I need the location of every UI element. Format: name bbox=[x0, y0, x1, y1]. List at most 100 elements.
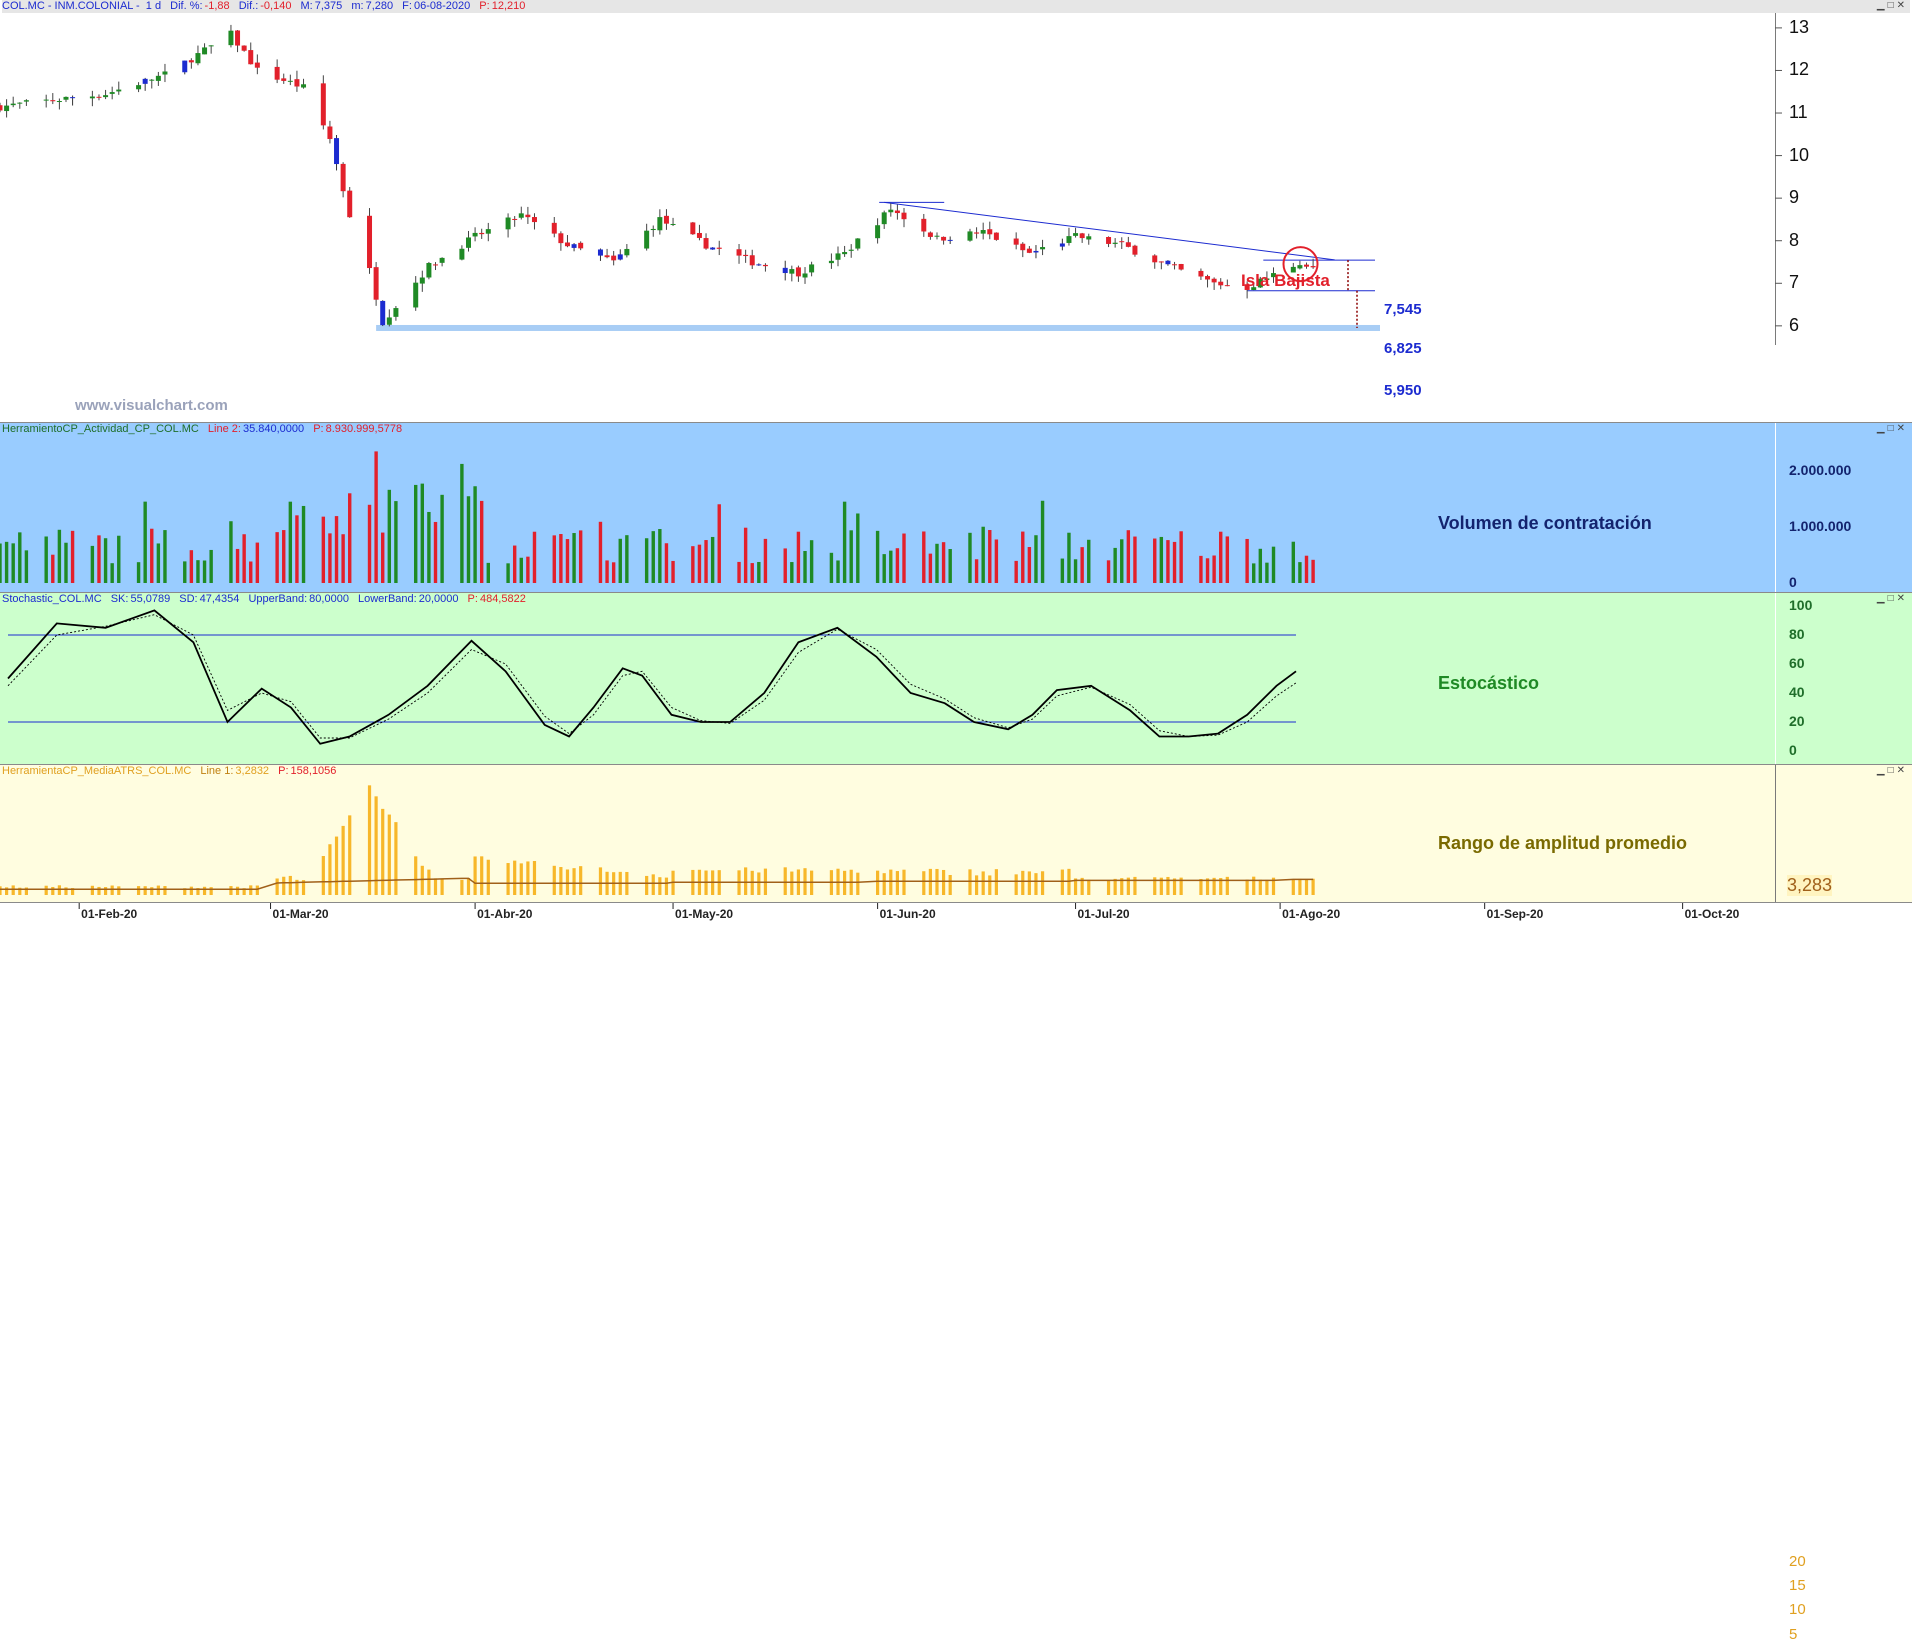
volume-bar bbox=[1040, 500, 1045, 583]
candle-body bbox=[334, 138, 340, 165]
atr-bar bbox=[202, 886, 207, 895]
candle-body bbox=[624, 248, 630, 256]
candle-body bbox=[254, 62, 260, 68]
candle-body bbox=[327, 126, 333, 139]
stochastic-window-buttons[interactable]: ▁□✕ bbox=[1877, 594, 1908, 604]
volume-bar bbox=[427, 511, 431, 583]
x-tick-label: 01-Abr-20 bbox=[477, 907, 533, 921]
atr-bar bbox=[460, 879, 464, 895]
volume-bar bbox=[1298, 562, 1302, 583]
price-window-buttons[interactable]: ▁□✕ bbox=[1877, 1, 1908, 11]
volume-bar bbox=[902, 533, 906, 583]
price-axis-line bbox=[1775, 13, 1776, 345]
volume-bar bbox=[420, 483, 425, 583]
atr-bar bbox=[757, 872, 761, 895]
atr-bar bbox=[1133, 876, 1137, 895]
atr-bar bbox=[136, 886, 141, 895]
atr-bar bbox=[565, 869, 570, 895]
atr-bar bbox=[321, 856, 325, 895]
atr-bar bbox=[1113, 878, 1117, 895]
atr-bar bbox=[0, 886, 2, 895]
volume-bar bbox=[704, 540, 708, 583]
volume-bar bbox=[196, 560, 200, 583]
volume-bar bbox=[64, 542, 68, 583]
trendline bbox=[884, 201, 1335, 261]
volume-bar bbox=[1034, 535, 1038, 583]
candle-body bbox=[1152, 255, 1158, 263]
candle-body bbox=[789, 269, 795, 274]
volume-bar bbox=[611, 562, 616, 583]
volume-bar bbox=[334, 516, 339, 583]
atr-bar bbox=[895, 871, 899, 895]
atr-bar bbox=[427, 869, 431, 895]
candle-body bbox=[1112, 242, 1118, 244]
candle-body bbox=[1040, 247, 1046, 250]
atr-bar bbox=[856, 872, 860, 895]
volume-bar bbox=[1212, 555, 1216, 583]
candle-body bbox=[531, 217, 537, 223]
atr-bar bbox=[486, 859, 490, 895]
candle-body bbox=[611, 255, 617, 261]
x-tick-label: 01-Jun-20 bbox=[879, 907, 936, 921]
atr-bar bbox=[882, 873, 886, 895]
candle-body bbox=[894, 210, 900, 214]
volume-bar bbox=[51, 554, 55, 583]
atr-bar bbox=[44, 885, 48, 895]
candle-body bbox=[413, 282, 419, 308]
atr-bar bbox=[117, 886, 121, 895]
atr-bar bbox=[1034, 873, 1038, 895]
atr-bar bbox=[1040, 871, 1045, 895]
price-panel: COL.MC - INM.COLONIAL - 1 d Dif. %: -1,88… bbox=[0, 0, 1912, 414]
volume-bar bbox=[202, 560, 207, 583]
candle-body bbox=[1310, 266, 1316, 268]
candle-body bbox=[109, 92, 115, 94]
atr-bar bbox=[288, 875, 292, 895]
candle-body bbox=[188, 60, 194, 63]
volume-bar bbox=[783, 548, 787, 583]
volume-bar bbox=[875, 530, 880, 583]
volume-bar bbox=[1159, 536, 1164, 583]
atr-window-buttons[interactable]: ▁□✕ bbox=[1877, 766, 1908, 776]
volume-ytick: 1.000.000 bbox=[1789, 518, 1852, 534]
volume-window-buttons[interactable]: ▁□✕ bbox=[1877, 424, 1908, 434]
candle-body bbox=[1026, 248, 1032, 253]
candle-body bbox=[1059, 243, 1065, 247]
volume-bar bbox=[103, 538, 108, 583]
price-ytick: 7 bbox=[1789, 272, 1800, 293]
candle-body bbox=[1106, 237, 1112, 244]
candle-body bbox=[274, 66, 280, 80]
candle-body bbox=[17, 102, 23, 104]
candle-body bbox=[340, 163, 346, 192]
atr-bar bbox=[163, 886, 167, 895]
atr-bar bbox=[559, 867, 563, 895]
candle-body bbox=[558, 233, 564, 244]
candle-body bbox=[1211, 278, 1217, 283]
watermark: www.visualchart.com bbox=[75, 397, 228, 414]
volume-bar bbox=[994, 539, 999, 583]
candle-body bbox=[842, 252, 848, 255]
candle-body bbox=[756, 264, 762, 266]
candle-body bbox=[657, 217, 663, 231]
atr-bar bbox=[275, 878, 279, 895]
atr-bar bbox=[328, 844, 332, 895]
volume-bar bbox=[1166, 540, 1170, 583]
volume-bar bbox=[1311, 559, 1315, 583]
atr-bar bbox=[664, 877, 669, 895]
candle-body bbox=[228, 30, 234, 46]
volume-bar bbox=[691, 546, 695, 583]
level-label-7545: 7,545 bbox=[1384, 301, 1422, 318]
candle-body bbox=[287, 80, 293, 82]
atr-bar bbox=[209, 887, 213, 895]
candle-body bbox=[578, 242, 584, 249]
volume-bar bbox=[387, 489, 392, 583]
volume-bar bbox=[651, 531, 655, 583]
atr-bar bbox=[1304, 879, 1309, 895]
volume-bar bbox=[473, 486, 477, 583]
candle-body bbox=[248, 50, 254, 65]
volume-bar bbox=[70, 530, 75, 583]
atr-bar bbox=[249, 885, 253, 895]
volume-bar bbox=[97, 535, 101, 583]
candle-body bbox=[617, 254, 623, 260]
candle-body bbox=[736, 249, 742, 256]
volume-bar bbox=[229, 521, 233, 583]
